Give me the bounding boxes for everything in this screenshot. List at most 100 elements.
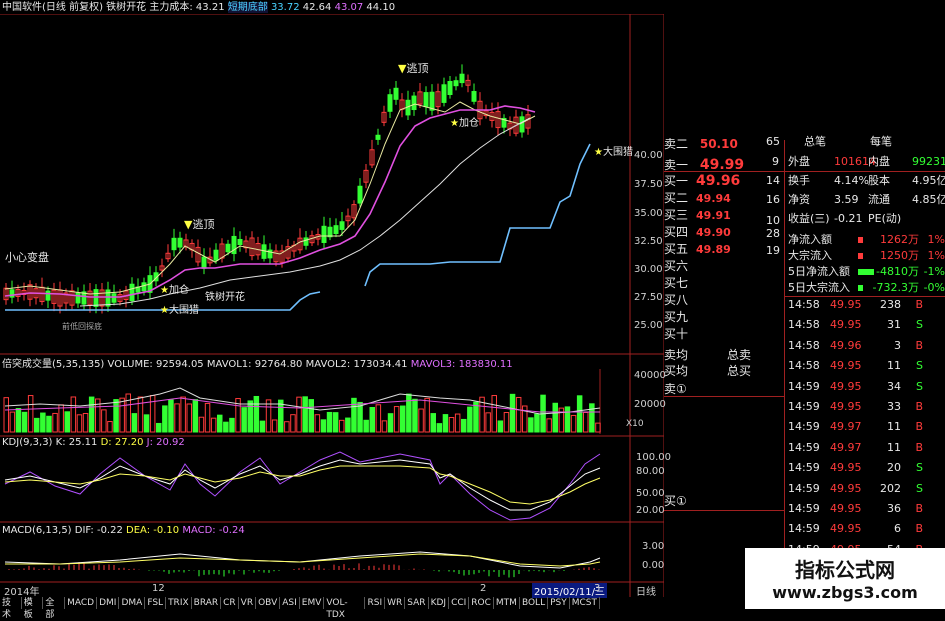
flow-label: 5日净流入额 — [788, 265, 850, 278]
indicator-tab[interactable]: SAR — [405, 597, 429, 609]
volume-bar — [461, 418, 467, 433]
indicator-tab[interactable]: 全部 — [43, 597, 66, 620]
volume-bar — [101, 409, 107, 433]
flow-value: -732.3万 — [872, 281, 919, 294]
flow-bar — [858, 285, 863, 291]
book-divider — [664, 510, 784, 511]
indicator-tab[interactable]: DMI — [97, 597, 120, 609]
volume-bar — [564, 406, 571, 433]
indicator-tab[interactable]: DMA — [119, 597, 146, 609]
tick-row: 14:59 49.95 20 S — [788, 461, 945, 476]
volume-bar — [192, 399, 199, 433]
indicator-tab[interactable]: ASI — [280, 597, 300, 609]
volume-tick: 40000 — [634, 370, 666, 381]
volume-bar — [259, 420, 266, 433]
indicator-tab[interactable]: BOLL — [520, 597, 549, 609]
order-sell-2: 卖二 50.10 — [664, 137, 738, 151]
order-label: 买九 — [664, 310, 689, 324]
volume-bar — [107, 421, 113, 433]
tick-side: B — [915, 522, 923, 536]
volume-bar — [418, 408, 424, 433]
summary-label: 流通 — [868, 193, 890, 206]
volume-bar — [534, 413, 540, 433]
kdj-header: KDJ(9,3,3) K: 25.11 D: 27.20 J: 20.92 — [2, 436, 185, 450]
candle — [129, 283, 135, 302]
order-label: 买七 — [664, 276, 689, 290]
volume-bar — [131, 413, 138, 433]
indicator-tab[interactable]: EMV — [300, 597, 325, 609]
volume-bar — [363, 419, 369, 433]
volume-bar — [156, 422, 162, 433]
buy-1-row: 买① — [664, 494, 687, 508]
volume-bar — [381, 420, 388, 433]
indicator-tab[interactable]: 技术 — [0, 597, 22, 620]
volume-bar — [436, 423, 443, 433]
summary-label: 收益(三) — [788, 212, 830, 225]
flow-label: 大宗流入 — [788, 249, 832, 262]
volume-bar — [552, 402, 558, 433]
order-price: 49.90 — [696, 226, 731, 239]
indicator-tab[interactable]: ROC — [469, 597, 494, 609]
indicator-tab[interactable]: PSY — [548, 597, 570, 609]
tick-row: 14:59 49.95 6 B — [788, 522, 945, 537]
volume-bar — [302, 396, 308, 433]
macd-tick: 0.00 — [642, 560, 665, 571]
fund-flow-row: 5日大宗流入 -732.3万 -0% — [788, 280, 945, 296]
volume-bar — [467, 406, 473, 433]
order-count: 19 — [766, 244, 780, 257]
tick-side: S — [916, 379, 923, 393]
main-chart[interactable] — [0, 14, 664, 597]
summary-top-b: 每笔 — [870, 135, 892, 148]
indicator-tab[interactable]: OBV — [256, 597, 281, 609]
panel-divider — [784, 140, 785, 609]
tick-price: 49.96 — [830, 338, 862, 352]
order-count: 14 — [766, 174, 780, 187]
indicator-tab[interactable]: VOL-TDX — [324, 597, 366, 620]
indicator-tab[interactable]: TRIX — [166, 597, 192, 609]
volume-bar — [412, 398, 418, 433]
sell-1-row: 卖① — [664, 382, 687, 396]
indicator-tab[interactable]: CR — [221, 597, 239, 609]
indicator-tab[interactable]: MCST — [570, 597, 600, 609]
volume-bar — [296, 396, 302, 433]
candle — [201, 256, 207, 269]
volume-bar — [223, 421, 229, 433]
price-tick: 25.00 — [634, 320, 663, 331]
indicator-tab[interactable]: RSI — [365, 597, 386, 609]
indicator-tab[interactable]: FSL — [145, 597, 167, 609]
indicator-tab[interactable]: VR — [239, 597, 257, 609]
volume-bar — [375, 404, 382, 433]
candle — [213, 249, 219, 261]
indicator-tab[interactable]: MACD — [65, 597, 98, 609]
candle — [375, 134, 381, 140]
candle — [45, 290, 51, 301]
daily-tab[interactable]: 日线 — [636, 583, 656, 598]
indicator-tab[interactable]: BRAR — [192, 597, 222, 609]
volume-bar — [454, 413, 461, 433]
volume-bar — [52, 412, 58, 433]
kdj-tick: 50.00 — [636, 488, 665, 499]
indicator-tab[interactable]: WR — [385, 597, 406, 609]
tick-volume: 11 — [887, 359, 901, 373]
buy-1-label: 买① — [664, 494, 687, 508]
volume-header: 倍突成交量(5,35,135) VOLUME: 92594.05 MAVOL1:… — [2, 358, 513, 372]
volume-bar — [442, 414, 449, 433]
buy-avg-label: 买均 — [664, 364, 689, 378]
volume-bar — [430, 413, 436, 433]
book-divider — [664, 171, 945, 172]
tick-time: 14:58 — [788, 359, 820, 373]
summary-top-a: 总笔 — [804, 135, 826, 148]
volume-bar — [58, 404, 64, 433]
candle — [393, 87, 399, 100]
fund-flow-row: 净流入额 1262万 1% — [788, 232, 945, 248]
order-buy-5: 买五 49.89 — [664, 242, 731, 256]
indicator-tab[interactable]: MTM — [494, 597, 520, 609]
indicator-tab[interactable]: CCI — [449, 597, 470, 609]
indicator-tab[interactable]: 模板 — [22, 597, 44, 620]
volume-bar — [278, 399, 284, 433]
price-tick: 37.50 — [634, 179, 663, 190]
indicator-tab[interactable]: KDJ — [429, 597, 450, 609]
fund-flow-row: 5日净流入额 -4810万 -1% — [788, 264, 945, 280]
volume-bar — [314, 414, 321, 433]
tick-row: 14:58 49.95 11 S — [788, 359, 945, 374]
